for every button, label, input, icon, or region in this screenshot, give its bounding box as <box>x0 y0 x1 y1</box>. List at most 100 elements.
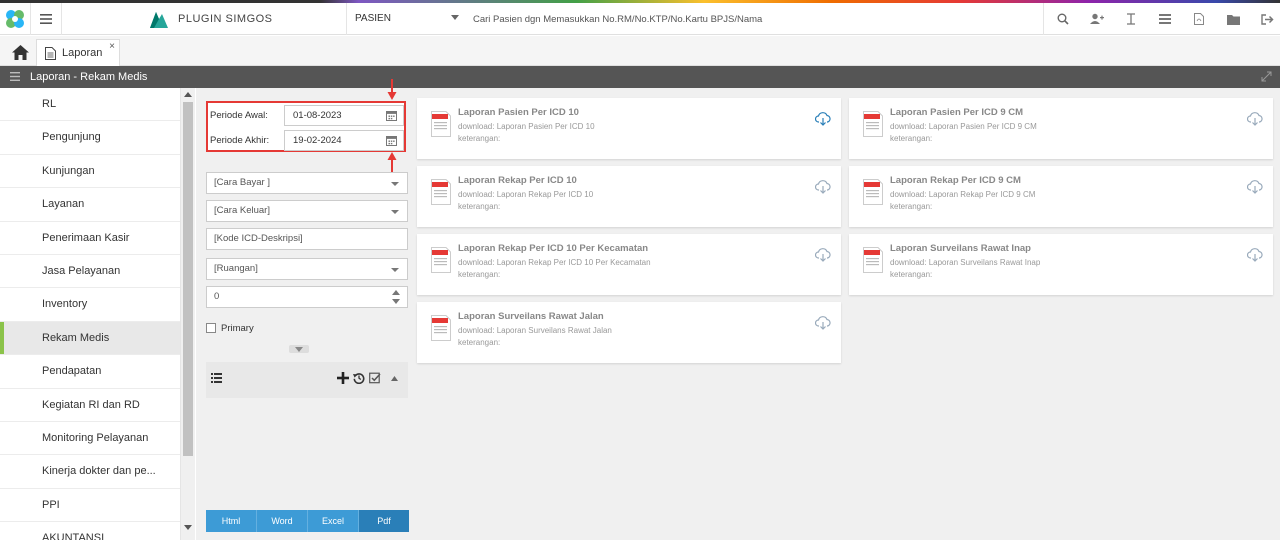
periode-akhir-value: 19-02-2024 <box>293 135 342 146</box>
text-cursor-icon[interactable] <box>1114 3 1148 35</box>
periode-awal-value: 01-08-2023 <box>293 110 342 121</box>
calendar-icon[interactable] <box>386 135 397 146</box>
pdf-file-icon[interactable] <box>1182 3 1216 35</box>
export-pdf-button[interactable]: Pdf <box>359 510 409 532</box>
sidebar-item-pendapatan[interactable]: Pendapatan <box>0 355 180 389</box>
sidebar-item-rekam-medis[interactable]: Rekam Medis <box>0 321 180 356</box>
report-download-text: download: Laporan Pasien Per ICD 9 CM <box>890 122 1037 131</box>
cloud-download-icon[interactable] <box>815 248 831 262</box>
collapse-handle[interactable] <box>289 345 309 353</box>
tab-laporan[interactable]: Laporan × <box>36 39 120 66</box>
tab-label: Laporan <box>62 47 103 59</box>
report-title: Laporan Pasien Per ICD 9 CM <box>890 107 1024 118</box>
report-document-icon <box>431 247 451 273</box>
chevron-up-icon[interactable] <box>391 375 398 381</box>
report-title: Laporan Surveilans Rawat Jalan <box>458 311 604 322</box>
filter-panel: Periode Awal: 01-08-2023 Periode Akhir: … <box>196 79 414 540</box>
logout-icon[interactable] <box>1250 3 1280 35</box>
tab-bar: Laporan × <box>0 36 1280 66</box>
sidebar-item-monitoring-pelayanan[interactable]: Monitoring Pelayanan <box>0 422 180 456</box>
spinner-arrows-icon[interactable] <box>392 290 400 304</box>
cara-bayar-value: [Cara Bayar ] <box>214 177 270 188</box>
list-icon[interactable] <box>1148 3 1182 35</box>
sidebar-item-ppi[interactable]: PPI <box>0 489 180 523</box>
cloud-download-icon[interactable] <box>815 180 831 194</box>
number-stepper[interactable]: 0 <box>206 286 408 308</box>
scroll-up-icon[interactable] <box>184 92 192 97</box>
report-card[interactable]: Laporan Pasien Per ICD 10 download: Lapo… <box>417 98 841 159</box>
report-keterangan: keterangan: <box>890 134 933 143</box>
cloud-download-icon[interactable] <box>1247 112 1263 126</box>
check-square-icon[interactable] <box>369 372 381 384</box>
chevron-down-icon <box>391 268 399 272</box>
list-icon[interactable] <box>211 373 222 383</box>
export-format-bar: Html Word Excel Pdf <box>206 510 409 532</box>
report-card[interactable]: Laporan Rekap Per ICD 10 download: Lapor… <box>417 166 841 227</box>
report-card[interactable]: Laporan Surveilans Rawat Inap download: … <box>849 234 1273 295</box>
primary-label: Primary <box>221 322 254 334</box>
search-icon[interactable] <box>1046 3 1080 35</box>
report-document-icon <box>431 179 451 205</box>
search-category-select[interactable]: PASIEN <box>355 3 391 35</box>
sidebar-item-kegiatan-ri-rd[interactable]: Kegiatan RI dan RD <box>0 389 180 422</box>
cloud-download-icon[interactable] <box>1247 180 1263 194</box>
report-document-icon <box>863 247 883 273</box>
scroll-down-icon[interactable] <box>184 525 192 530</box>
cara-keluar-select[interactable]: [Cara Keluar] <box>206 200 408 222</box>
sidebar-item-kunjungan[interactable]: Kunjungan <box>0 155 180 189</box>
export-word-button[interactable]: Word <box>257 510 308 532</box>
primary-checkbox[interactable] <box>206 323 216 333</box>
primary-checkbox-row[interactable]: Primary <box>206 321 254 335</box>
report-document-icon <box>431 315 451 341</box>
menu-toggle-button[interactable] <box>30 3 62 35</box>
filter-toolbar <box>206 362 408 398</box>
patient-search-input[interactable] <box>473 9 1033 29</box>
home-icon[interactable] <box>8 42 32 62</box>
cloud-download-icon[interactable] <box>815 316 831 330</box>
ruangan-select[interactable]: [Ruangan] <box>206 258 408 280</box>
sidebar-item-jasa-pelayanan[interactable]: Jasa Pelayanan <box>0 255 180 289</box>
sidebar-item-rl[interactable]: RL <box>0 88 180 122</box>
report-card[interactable]: Laporan Rekap Per ICD 9 CM download: Lap… <box>849 166 1273 227</box>
user-add-icon[interactable] <box>1080 3 1114 35</box>
cloud-download-icon[interactable] <box>815 112 831 126</box>
periode-akhir-label: Periode Akhir: <box>210 135 270 146</box>
expand-icon[interactable] <box>1261 71 1272 82</box>
sidebar-item-penerimaan-kasir[interactable]: Penerimaan Kasir <box>0 222 180 255</box>
sidebar-item-layanan[interactable]: Layanan <box>0 188 180 222</box>
cloud-download-icon[interactable] <box>1247 248 1263 262</box>
report-card[interactable]: Laporan Pasien Per ICD 9 CM download: La… <box>849 98 1273 159</box>
kode-icd-input[interactable]: [Kode ICD-Deskripsi] <box>206 228 408 250</box>
report-card[interactable]: Laporan Surveilans Rawat Jalan download:… <box>417 302 841 363</box>
report-title: Laporan Rekap Per ICD 10 Per Kecamatan <box>458 243 649 254</box>
chevron-down-icon <box>295 346 303 352</box>
chevron-down-icon[interactable] <box>451 15 459 20</box>
close-icon[interactable]: × <box>109 42 115 52</box>
sidebar-item-inventory[interactable]: Inventory <box>0 288 180 322</box>
calendar-icon[interactable] <box>386 110 397 121</box>
report-category-sidebar: RL Pengunjung Kunjungan Layanan Penerima… <box>0 88 181 540</box>
periode-awal-input[interactable]: 01-08-2023 <box>284 105 404 126</box>
chevron-down-icon <box>391 210 399 214</box>
report-card[interactable]: Laporan Rekap Per ICD 10 Per Kecamatan d… <box>417 234 841 295</box>
periode-akhir-input[interactable]: 19-02-2024 <box>284 130 404 151</box>
report-title: Laporan Surveilans Rawat Inap <box>890 243 1031 254</box>
export-html-button[interactable]: Html <box>206 510 257 532</box>
menu-icon[interactable] <box>10 72 20 81</box>
sidebar-scrollbar[interactable] <box>181 88 195 540</box>
report-document-icon <box>863 179 883 205</box>
cara-keluar-value: [Cara Keluar] <box>214 205 270 216</box>
app-logo[interactable] <box>0 3 30 35</box>
export-excel-button[interactable]: Excel <box>308 510 359 532</box>
kode-icd-placeholder: [Kode ICD-Deskripsi] <box>214 233 303 244</box>
folder-icon[interactable] <box>1216 3 1250 35</box>
cara-bayar-select[interactable]: [Cara Bayar ] <box>206 172 408 194</box>
history-icon[interactable] <box>353 372 365 384</box>
sidebar-item-pengunjung[interactable]: Pengunjung <box>0 121 180 155</box>
page-title: Laporan - Rekam Medis <box>30 71 148 83</box>
sidebar-item-kinerja-dokter[interactable]: Kinerja dokter dan pe... <box>0 455 180 489</box>
report-download-text: download: Laporan Rekap Per ICD 10 <box>458 190 594 199</box>
scrollbar-thumb[interactable] <box>183 102 193 456</box>
add-icon[interactable] <box>337 372 349 384</box>
sidebar-item-akuntansi[interactable]: AKUNTANSI <box>0 522 180 540</box>
